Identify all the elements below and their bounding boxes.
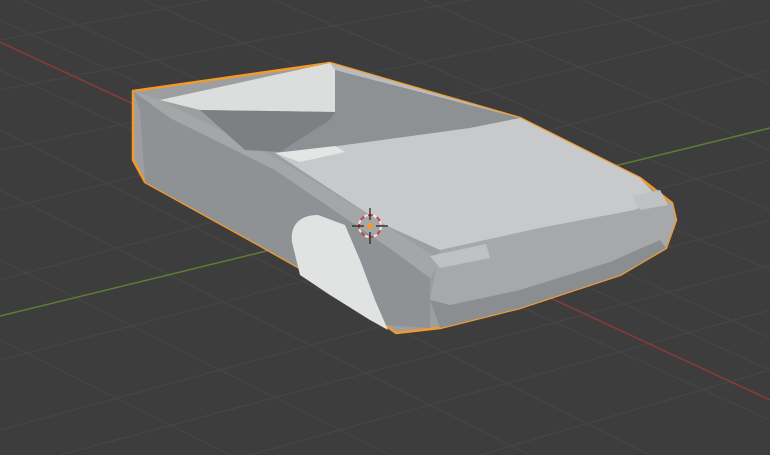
3d-viewport[interactable]: [0, 0, 770, 455]
viewport-canvas[interactable]: [0, 0, 770, 455]
car-body-mesh[interactable]: [131, 61, 678, 335]
